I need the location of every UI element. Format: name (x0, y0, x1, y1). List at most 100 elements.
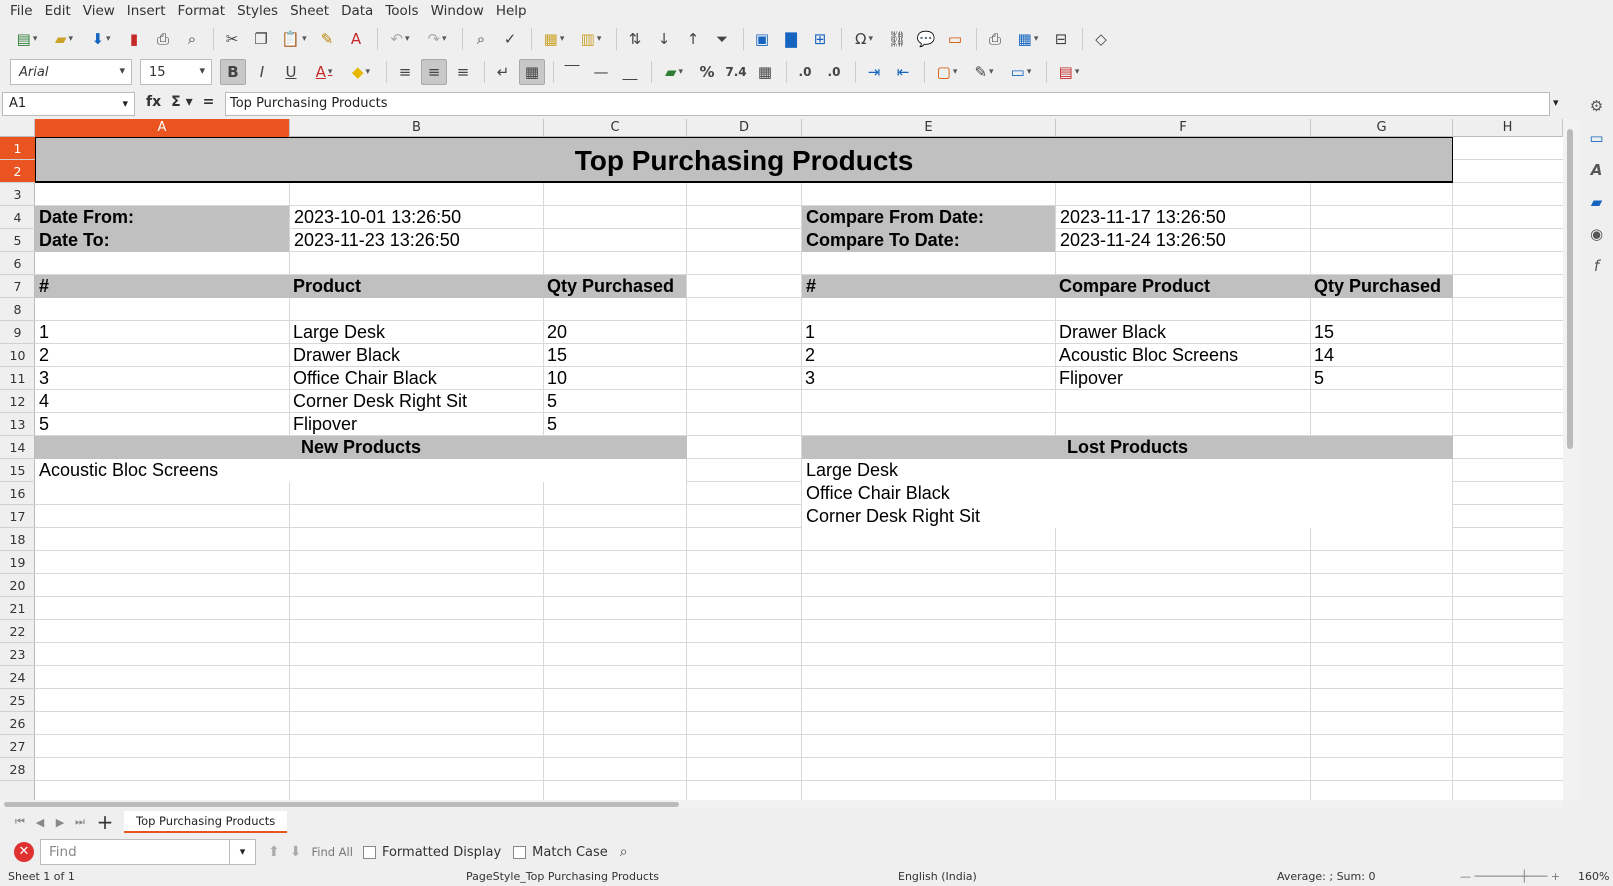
left-row-product[interactable]: Flipover (289, 413, 543, 436)
date-from-value[interactable]: 2023-10-01 13:26:50 (290, 206, 543, 229)
row-header[interactable]: 26 (0, 712, 35, 735)
comment-icon[interactable]: 💬 (913, 26, 939, 52)
align-top-icon[interactable]: ⎺ (559, 59, 585, 85)
right-row-product[interactable]: Flipover (1055, 367, 1310, 390)
select-all-corner[interactable] (0, 119, 35, 137)
left-row-qty[interactable]: 15 (543, 344, 686, 367)
print-preview-icon[interactable]: ⌕ (179, 26, 205, 52)
column-header[interactable]: F (1056, 119, 1311, 137)
spelling-icon[interactable]: ✓ (497, 26, 523, 52)
border-style-icon[interactable]: ✎ (967, 59, 1001, 85)
align-right-icon[interactable]: ≡ (450, 59, 476, 85)
column-header[interactable]: G (1311, 119, 1453, 137)
left-header-product[interactable]: Product (289, 275, 544, 298)
row-header[interactable]: 21 (0, 597, 35, 620)
date-format-icon[interactable]: ▦ (752, 59, 778, 85)
left-row-qty[interactable]: 5 (543, 413, 686, 436)
row-header[interactable]: 16 (0, 482, 35, 505)
menu-sheet[interactable]: Sheet (284, 3, 335, 19)
insert-chart-icon[interactable]: ▇ (778, 26, 804, 52)
autofilter-icon[interactable]: ⏷ (709, 26, 735, 52)
borders-icon[interactable]: ▢ (930, 59, 964, 85)
row-icon[interactable]: ▦ (537, 26, 571, 52)
left-row-qty[interactable]: 5 (543, 390, 686, 413)
chevron-down-icon[interactable]: ▾ (230, 839, 256, 865)
clone-formatting-icon[interactable]: ✎ (314, 26, 340, 52)
column-header[interactable]: H (1453, 119, 1563, 137)
row-header[interactable]: 12 (0, 390, 35, 413)
functions-icon[interactable]: f (1586, 256, 1608, 276)
copy-icon[interactable]: ❐ (248, 26, 274, 52)
row-header[interactable]: 15 (0, 459, 35, 482)
match-case-checkbox[interactable] (513, 845, 527, 859)
column-header[interactable]: D (687, 119, 802, 137)
row-header[interactable]: 3 (0, 183, 35, 206)
left-row-index[interactable]: 4 (35, 390, 289, 413)
date-from-label[interactable]: Date From: (35, 206, 289, 229)
previous-sheet-icon[interactable]: ◀ (30, 816, 50, 829)
menu-insert[interactable]: Insert (121, 3, 172, 19)
conditional-format-icon[interactable]: ▤ (1052, 59, 1086, 85)
lost-products-header[interactable]: Lost Products (802, 436, 1453, 459)
sort-icon[interactable]: ⇅ (622, 26, 648, 52)
bold-icon[interactable]: B (220, 59, 246, 85)
new-products-header[interactable]: New Products (35, 436, 687, 459)
left-row-product[interactable]: Drawer Black (289, 344, 543, 367)
special-character-icon[interactable]: Ω (847, 26, 881, 52)
find-next-icon[interactable]: ⬇ (290, 844, 302, 860)
save-icon[interactable]: ⬇ (84, 26, 118, 52)
left-row-product[interactable]: Office Chair Black (289, 367, 543, 390)
close-icon[interactable]: ✕ (14, 842, 34, 862)
freeze-rows-icon[interactable]: ▦ (1011, 26, 1045, 52)
page-style[interactable]: PageStyle_Top Purchasing Products (466, 870, 659, 883)
left-row-index[interactable]: 5 (35, 413, 289, 436)
row-header[interactable]: 20 (0, 574, 35, 597)
date-to-label[interactable]: Date To: (35, 229, 289, 252)
lost-product-item[interactable]: Corner Desk Right Sit (802, 505, 1452, 528)
find-replace-icon[interactable]: ⌕ (620, 844, 628, 860)
vertical-scrollbar[interactable] (1563, 119, 1580, 800)
cell-area[interactable]: Top Purchasing Products Date From: 2023-… (35, 137, 1563, 800)
right-row-product[interactable]: Drawer Black (1055, 321, 1310, 344)
print-area-icon[interactable]: ⎙ (982, 26, 1008, 52)
add-sheet-icon[interactable]: + (90, 810, 120, 834)
hyperlink-icon[interactable]: ⛓ (884, 26, 910, 52)
horizontal-scrollbar[interactable] (0, 800, 1563, 808)
zoom-level[interactable]: 160% (1578, 870, 1609, 883)
selection-summary[interactable]: Average: ; Sum: 0 (1277, 870, 1375, 883)
right-header-product[interactable]: Compare Product (1055, 275, 1311, 298)
menu-tools[interactable]: Tools (379, 3, 424, 19)
left-row-index[interactable]: 2 (35, 344, 289, 367)
sort-ascending-icon[interactable]: ↓ (651, 26, 677, 52)
menu-format[interactable]: Format (172, 3, 232, 19)
print-icon[interactable]: ⎙ (150, 26, 176, 52)
percent-format-icon[interactable]: % (694, 59, 720, 85)
italic-icon[interactable]: I (249, 59, 275, 85)
left-row-index[interactable]: 1 (35, 321, 289, 344)
left-row-product[interactable]: Large Desk (289, 321, 543, 344)
font-size-box[interactable]: 15 ▾ (140, 59, 212, 85)
navigator-icon[interactable]: ◉ (1586, 224, 1608, 244)
font-name-box[interactable]: Arial ▾ (10, 59, 132, 85)
row-header[interactable]: 24 (0, 666, 35, 689)
column-header[interactable]: A (35, 119, 290, 137)
spreadsheet-grid[interactable]: A B C D E F G H 1 2 3 4 5 6 7 8 9 10 11 12 13 14 15 16 1… (0, 119, 1563, 800)
menu-styles[interactable]: Styles (231, 3, 284, 19)
expand-formula-bar-icon[interactable]: ▾ (1553, 96, 1559, 109)
new-document-icon[interactable]: ▤ (10, 26, 44, 52)
right-header-index[interactable]: # (802, 275, 1056, 298)
left-header-index[interactable]: # (35, 275, 290, 298)
right-row-qty[interactable]: 5 (1310, 367, 1452, 390)
split-window-icon[interactable]: ⊟ (1048, 26, 1074, 52)
highlight-color-icon[interactable]: ◆ (344, 59, 378, 85)
paste-icon[interactable]: 📋 (277, 26, 311, 52)
row-header[interactable]: 4 (0, 206, 35, 229)
function-wizard-icon[interactable]: fx (146, 94, 161, 110)
right-row-index[interactable]: 3 (801, 367, 1055, 390)
left-header-qty[interactable]: Qty Purchased (543, 275, 686, 298)
gallery-icon[interactable]: ▰ (1586, 192, 1608, 212)
row-header[interactable]: 11 (0, 367, 35, 390)
row-header[interactable]: 18 (0, 528, 35, 551)
currency-format-icon[interactable]: ▰ (657, 59, 691, 85)
sheet-title[interactable]: Top Purchasing Products (35, 137, 1453, 183)
